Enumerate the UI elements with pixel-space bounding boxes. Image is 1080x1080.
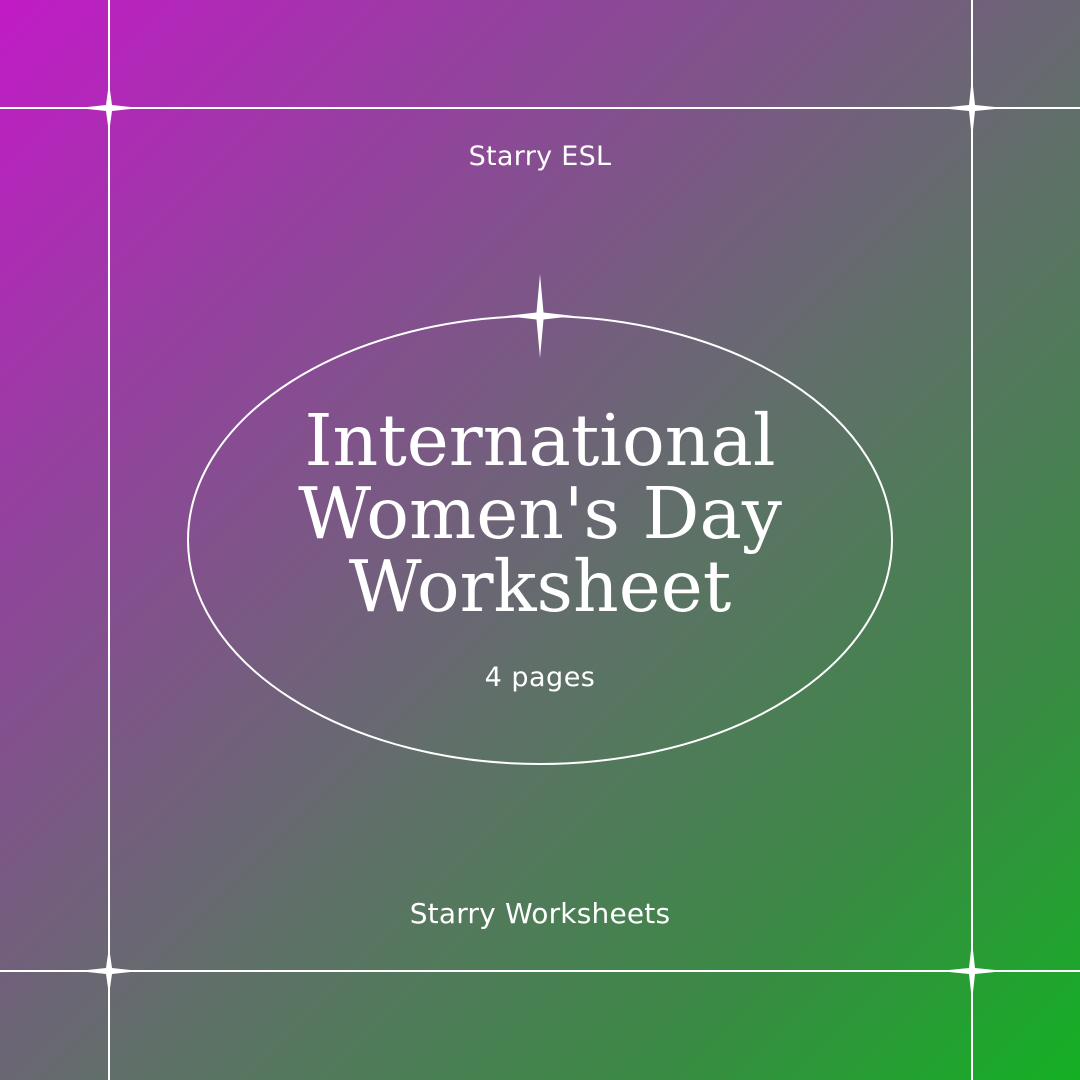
page-count: 4 pages	[484, 662, 596, 693]
title-line: Worksheet	[348, 545, 732, 628]
sparkle-icon	[506, 274, 574, 358]
brand-name: Starry ESL	[468, 141, 612, 172]
publisher-name: Starry Worksheets	[409, 897, 671, 930]
sparkle-icon	[939, 77, 1005, 139]
worksheet-cover: Starry ESL International Women's Day Wor…	[0, 0, 1080, 1080]
sparkle-icon	[78, 83, 140, 133]
title-line: International	[304, 399, 776, 482]
worksheet-title: International Women's Day Worksheet	[0, 404, 1080, 623]
title-line: Women's Day	[298, 472, 782, 555]
sparkle-icon	[939, 941, 1005, 1001]
sparkle-icon	[78, 947, 140, 995]
